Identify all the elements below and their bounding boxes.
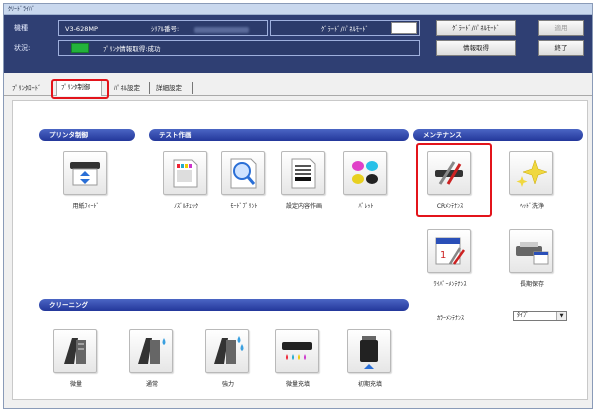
model-box: V3-628MP ｼﾘｱﾙ番号: [58, 20, 268, 36]
mode-box: ｸﾞﾗｰﾄﾞ/ﾊﾟﾈﾙﾓｰﾄﾞ [270, 20, 420, 36]
long-storage-label: 長期保存 [519, 281, 544, 288]
calendar-tools-icon: 1 [435, 237, 466, 265]
nozzle-check-button[interactable] [163, 151, 207, 195]
section-cleaning: クリーニング [39, 299, 409, 311]
paper-feed-icon [70, 162, 100, 186]
status-label: 状況: [14, 44, 31, 52]
section-printer-control: プリンタ制御 [39, 129, 135, 141]
get-info-button[interactable]: 情報取得 [436, 40, 516, 56]
settings-print-button[interactable] [281, 151, 325, 195]
head-wash-button[interactable] [509, 151, 553, 195]
tab-panel-settings[interactable]: ﾊﾟﾈﾙ設定 [110, 81, 144, 96]
settings-print-label: 設定内容作画 [285, 203, 322, 210]
printer-calendar-icon [516, 242, 549, 265]
mode-white-field [391, 22, 417, 34]
svg-text:1: 1 [440, 250, 446, 261]
tab-separator [149, 82, 150, 94]
clean-normal-label: 通常 [145, 381, 158, 388]
palette-icon [352, 161, 378, 184]
model-label: 機種 [14, 24, 28, 32]
status-value: ﾌﾟﾘﾝﾀ情報取得:成功 [103, 45, 161, 53]
wiper-maintenance-button[interactable]: 1 [427, 229, 471, 273]
color-maintenance-value: ﾀｲﾌﾟ [517, 312, 530, 319]
apply-button[interactable]: 適用 [538, 20, 584, 36]
clean-normal-button[interactable] [129, 329, 173, 373]
ink-bottle-icon [360, 336, 378, 369]
cleaning-droplets-icon [214, 336, 244, 364]
color-maintenance-select[interactable]: ﾀｲﾌﾟ ▼ [513, 311, 567, 321]
clean-strong-button[interactable] [205, 329, 249, 373]
section-maintenance: メンテナンス [413, 129, 583, 141]
cleaning-head-icon [64, 338, 86, 364]
clean-strong-label: 強力 [221, 381, 234, 388]
info-bar: 機種 V3-628MP ｼﾘｱﾙ番号: ｸﾞﾗｰﾄﾞ/ﾊﾟﾈﾙﾓｰﾄﾞ ｸﾞﾗｰ… [4, 15, 592, 73]
highlight-tab [51, 79, 109, 99]
magnifier-icon [230, 158, 257, 189]
wiper-maintenance-label: ﾜｲﾊﾟｰﾒﾝﾃﾅﾝｽ [433, 281, 467, 288]
initial-fill-button[interactable] [347, 329, 391, 373]
mode-label: ｸﾞﾗｰﾄﾞ/ﾊﾟﾈﾙﾓｰﾄﾞ [321, 25, 369, 33]
ink-head-icon [282, 342, 312, 360]
info-row-status: 状況: ﾌﾟﾘﾝﾀ情報取得:成功 情報取得 終了 [8, 39, 588, 57]
exit-button[interactable]: 終了 [538, 40, 584, 56]
model-value: V3-628MP [65, 25, 98, 33]
ink-fill-label: 微量充填 [285, 381, 310, 388]
palette-label: ﾊﾟﾚｯﾄ [358, 203, 374, 210]
status-box: ﾌﾟﾘﾝﾀ情報取得:成功 [58, 40, 420, 56]
mode-button[interactable]: ｸﾞﾗｰﾄﾞ/ﾊﾟﾈﾙﾓｰﾄﾞ [436, 20, 516, 36]
serial-label: ｼﾘｱﾙ番号: [151, 25, 180, 33]
tab-advanced-settings[interactable]: 詳細設定 [152, 81, 186, 96]
head-wash-label: ﾍｯﾄﾞ洗浄 [519, 203, 544, 210]
paper-feed-button[interactable] [63, 151, 107, 195]
printer-control-panel: プリンタ制御 テスト作画 メンテナンス 用紙ﾌｨｰﾄﾞ ﾉｽﾞﾙﾁｪｯｸ ﾓｰﾄ… [12, 100, 588, 400]
long-storage-button[interactable] [509, 229, 553, 273]
nozzle-check-icon [173, 159, 198, 188]
window-title: ｸﾘｰﾄﾞﾗｲﾊﾞ [4, 4, 592, 15]
paper-feed-label: 用紙ﾌｨｰﾄﾞ [72, 203, 100, 210]
app-window: ｸﾘｰﾄﾞﾗｲﾊﾞ 機種 V3-628MP ｼﾘｱﾙ番号: ｸﾞﾗｰﾄﾞ/ﾊﾟﾈ… [3, 3, 593, 409]
highlight-cr-maintenance [416, 143, 492, 217]
chevron-down-icon: ▼ [556, 312, 566, 320]
clean-light-label: 微量 [69, 381, 82, 388]
section-test-print: テスト作画 [149, 129, 409, 141]
ink-fill-button[interactable] [275, 329, 319, 373]
color-maintenance-label: ｶﾗｰﾒﾝﾃﾅﾝｽ [437, 315, 465, 322]
clean-light-button[interactable] [53, 329, 97, 373]
mode-print-button[interactable] [221, 151, 265, 195]
tab-printer-load[interactable]: ﾌﾟﾘﾝﾀﾛｰﾄﾞ [8, 81, 45, 96]
cleaning-droplet-icon [138, 338, 166, 364]
tab-separator [192, 82, 193, 94]
settings-document-icon [291, 158, 316, 189]
sparkle-icon [516, 159, 548, 187]
palette-button[interactable] [343, 151, 387, 195]
serial-value-redacted [194, 27, 249, 33]
initial-fill-label: 初期充填 [357, 381, 382, 388]
info-row-model: 機種 V3-628MP ｼﾘｱﾙ番号: ｸﾞﾗｰﾄﾞ/ﾊﾟﾈﾙﾓｰﾄﾞ ｸﾞﾗｰ… [8, 19, 588, 37]
status-indicator [71, 43, 89, 53]
